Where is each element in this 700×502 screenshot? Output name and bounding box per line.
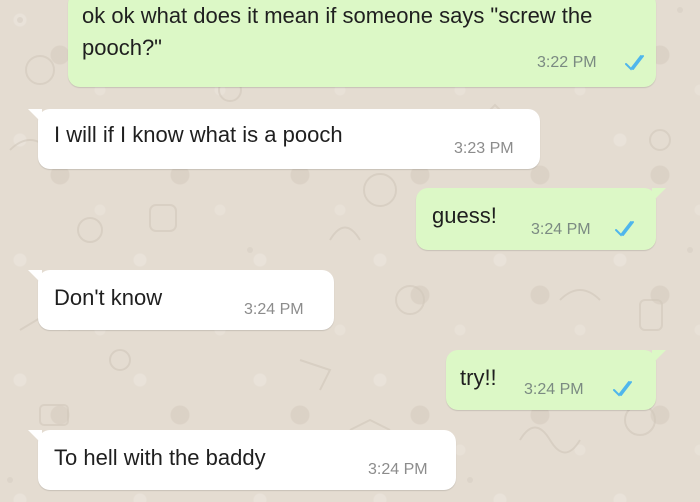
bubble-tail — [28, 430, 42, 444]
message-timestamp: 3:23 PM — [454, 140, 514, 157]
message-timestamp: 3:24 PM — [524, 381, 584, 398]
bubble-tail — [652, 350, 666, 364]
message-timestamp: 3:24 PM — [368, 461, 428, 478]
message-text: To hell with the baddy — [54, 445, 266, 470]
message-text: try!! — [460, 365, 497, 390]
double-check-icon — [615, 221, 634, 237]
message-timestamp: 3:24 PM — [531, 221, 591, 238]
message-bubble-outgoing[interactable]: ok ok what does it mean if someone says … — [68, 0, 656, 87]
double-check-icon — [613, 381, 632, 397]
message-text: I will if I know what is a pooch — [54, 122, 343, 147]
message-timestamp: 3:24 PM — [244, 301, 304, 318]
message-timestamp: 3:22 PM — [537, 54, 597, 71]
double-check-icon — [625, 55, 644, 71]
message-bubble-outgoing[interactable]: try!! 3:24 PM — [446, 350, 666, 410]
bubble-tail — [652, 188, 666, 202]
message-text: guess! — [432, 203, 497, 228]
message-bubble-incoming[interactable]: To hell with the baddy 3:24 PM — [28, 430, 456, 490]
bubble-tail — [28, 270, 42, 284]
bubble-tail — [28, 109, 42, 123]
message-bubble-incoming[interactable]: Don't know 3:24 PM — [28, 270, 334, 330]
message-bubble-outgoing[interactable]: guess! 3:24 PM — [416, 188, 666, 250]
message-text: Don't know — [54, 285, 163, 310]
message-bubble-incoming[interactable]: I will if I know what is a pooch 3:23 PM — [28, 109, 540, 169]
